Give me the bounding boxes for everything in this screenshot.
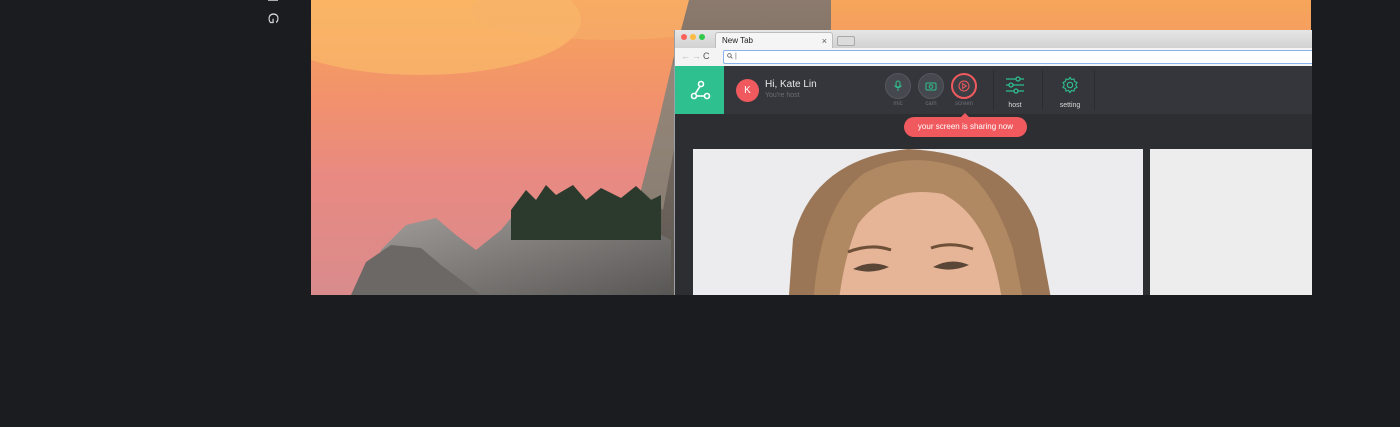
browser-tab[interactable]: New Tab × (715, 32, 833, 48)
main-video-tile[interactable] (693, 149, 1143, 295)
maximize-window-icon[interactable] (699, 34, 705, 40)
participant-video (693, 149, 1143, 295)
address-input[interactable]: | (723, 50, 1312, 64)
header-divider (993, 70, 994, 110)
play-icon (958, 80, 970, 92)
address-value: | (734, 53, 737, 60)
browser-tab-bar: New Tab × (675, 30, 1312, 48)
reload-icon[interactable]: C (703, 51, 712, 61)
cam-button[interactable]: cam (917, 73, 945, 107)
screen-label: screen (954, 101, 973, 107)
new-tab-button[interactable] (837, 36, 855, 46)
screen-share-button[interactable]: screen (950, 73, 978, 107)
user-role: You're host (765, 92, 800, 99)
tab-title: New Tab (722, 36, 753, 45)
search-icon (727, 53, 733, 59)
side-letter: G (263, 12, 281, 26)
vertical-side-text: N G (262, 0, 282, 30)
browser-window: New Tab × ←→C | K Hi, Kate Lin You're ho… (674, 30, 1312, 295)
window-controls (681, 34, 705, 40)
host-button[interactable]: host (997, 76, 1033, 109)
share-logo-icon (690, 80, 710, 100)
user-name: Hi, Kate Lin (765, 79, 817, 90)
back-icon[interactable]: ← (681, 51, 692, 61)
avatar[interactable]: K (736, 79, 759, 102)
minimize-window-icon[interactable] (690, 34, 696, 40)
close-window-icon[interactable] (681, 34, 687, 40)
user-greeting: Hi, Kate Lin You're host (765, 79, 817, 99)
tab-close-icon[interactable]: × (822, 33, 827, 49)
mic-icon (894, 80, 902, 91)
header-divider (1094, 70, 1095, 110)
gear-icon (1062, 76, 1078, 94)
nav-buttons: ←→C (681, 51, 712, 61)
app-header: K Hi, Kate Lin You're host mic cam scree… (675, 66, 1312, 114)
setting-label: setting (1059, 102, 1081, 109)
mic-label: mic (893, 101, 903, 107)
sliders-icon (1006, 76, 1024, 94)
header-divider (1042, 70, 1043, 110)
address-bar-row: ←→C | (675, 48, 1312, 67)
cam-label: cam (925, 101, 937, 107)
side-letter: N (261, 0, 283, 3)
screen-sharing-toast: your screen is sharing now (904, 113, 1027, 137)
app-logo[interactable] (675, 66, 724, 114)
setting-button[interactable]: setting (1052, 76, 1088, 109)
forward-icon[interactable]: → (692, 51, 703, 61)
host-label: host (1008, 102, 1022, 109)
camera-icon (925, 82, 937, 91)
secondary-video-tile[interactable] (1150, 149, 1312, 295)
video-area (675, 114, 1312, 295)
mic-button[interactable]: mic (884, 73, 912, 107)
